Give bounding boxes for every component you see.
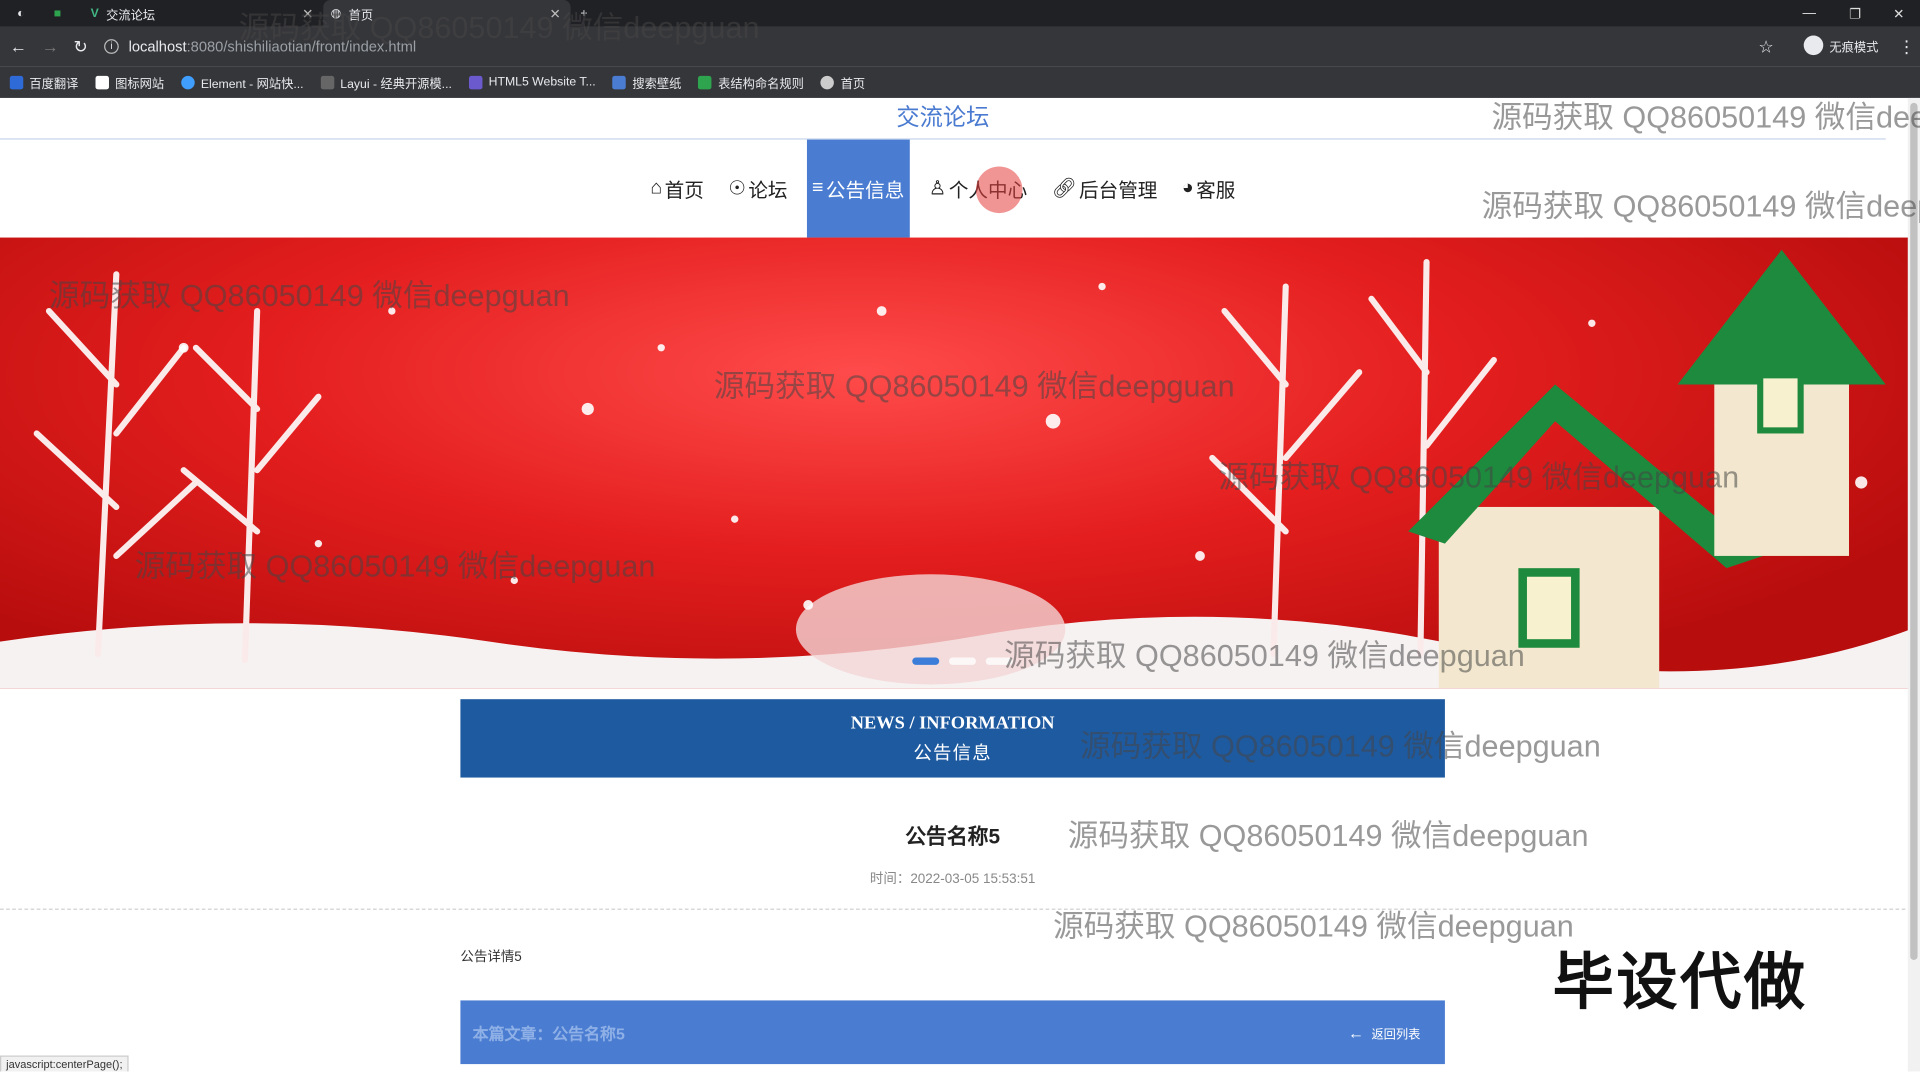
restore-button[interactable]: ❐ xyxy=(1849,0,1861,27)
winter-scene-image xyxy=(0,249,1911,689)
bookmark-item[interactable]: HTML5 Website T... xyxy=(469,75,596,89)
menu-icon[interactable]: ⋮ xyxy=(1898,37,1915,58)
list-icon: ≡ xyxy=(812,177,824,199)
globe-icon: ◍ xyxy=(330,6,342,21)
bookmark-item[interactable]: Element - 网站快... xyxy=(181,73,304,91)
site-title: 交流论坛 xyxy=(0,98,1886,140)
main-nav: ⌂首页 ☉论坛 ≡公告信息 ♙个人中心 🔗︎后台管理 ◕客服 xyxy=(0,139,1886,238)
new-tab-button[interactable]: + xyxy=(573,0,605,27)
forward-icon[interactable]: → xyxy=(42,37,59,57)
sheet-icon xyxy=(698,75,713,89)
google-icon: ◐ xyxy=(17,6,25,21)
article-footer-bar: 本篇文章：公告名称5 ← 返回列表 xyxy=(460,1000,1445,1065)
layui-icon xyxy=(320,75,335,89)
carousel-indicators xyxy=(912,657,1013,665)
section-title-cn: 公告信息 xyxy=(913,744,992,765)
incognito-icon xyxy=(1803,35,1824,56)
tab-google[interactable]: ◐ xyxy=(10,0,42,27)
sheet-icon: ■ xyxy=(53,6,62,21)
page: 交流论坛 ⌂首页 ☉论坛 ≡公告信息 ♙个人中心 🔗︎后台管理 ◕客服 xyxy=(0,97,1920,1072)
nav-forum[interactable]: ☉ 论坛 xyxy=(723,140,792,238)
close-icon[interactable]: ✕ xyxy=(550,6,561,22)
divider xyxy=(0,908,1906,910)
back-icon[interactable]: ← xyxy=(10,37,27,57)
scrollbar-thumb[interactable] xyxy=(1910,102,1918,961)
tab-forum[interactable]: V 交流论坛 ✕ xyxy=(83,0,323,27)
announcement-time: 时间：2022-03-05 15:53:51 xyxy=(869,871,1036,887)
carousel-dot[interactable] xyxy=(948,657,976,665)
tab-title: 交流论坛 xyxy=(106,9,156,23)
info-icon: i xyxy=(104,39,119,54)
nav-service[interactable]: ◕ 客服 xyxy=(1177,140,1240,238)
tab-home[interactable]: ◍ 首页 ✕ xyxy=(323,0,571,27)
back-to-list-button[interactable]: ← 返回列表 xyxy=(1348,1023,1420,1041)
bookmark-item[interactable]: 搜索壁纸 xyxy=(612,73,681,91)
nav-admin[interactable]: 🔗︎ 后台管理 xyxy=(1047,140,1163,238)
carousel-dot[interactable] xyxy=(912,657,940,665)
current-article: 本篇文章：公告名称5 xyxy=(472,1024,625,1043)
forum-icon: ☉ xyxy=(728,178,746,200)
vue-icon: V xyxy=(90,6,99,21)
announcement-body: 公告详情5 xyxy=(460,950,522,965)
wallpaper-icon xyxy=(612,75,627,89)
link-icon: 🔗︎ xyxy=(1051,178,1077,200)
announcement-title: 公告名称5 xyxy=(905,825,1001,849)
html5-icon xyxy=(469,75,483,89)
home-icon: ⌂ xyxy=(650,177,663,199)
url-input[interactable]: i localhost:8080/shishiliaotian/front/in… xyxy=(104,33,1794,60)
bookmarks-bar: 百度翻译 图标网站 Element - 网站快... Layui - 经典开源模… xyxy=(0,66,1920,98)
arrow-left-icon: ← xyxy=(1348,1023,1365,1042)
tab-sheet[interactable]: ■ xyxy=(47,0,79,27)
url-host: localhost xyxy=(128,37,187,56)
bookmark-item[interactable]: 首页 xyxy=(821,73,865,91)
globe-icon xyxy=(821,75,835,89)
status-bar: javascript:centerPage(); xyxy=(0,1055,129,1072)
tab-title: 首页 xyxy=(348,9,374,23)
element-icon xyxy=(181,75,195,89)
carousel-dot[interactable] xyxy=(985,657,1013,665)
minimize-button[interactable]: — xyxy=(1802,0,1815,27)
close-icon[interactable]: ✕ xyxy=(302,6,313,22)
bookmark-item[interactable]: 表结构命名规则 xyxy=(698,73,804,91)
reload-icon[interactable]: ↻ xyxy=(73,37,87,58)
page-scrollbar[interactable] xyxy=(1907,97,1920,1072)
nav-profile[interactable]: ♙个人中心 xyxy=(924,140,1032,238)
bookmark-item[interactable]: 图标网站 xyxy=(95,73,164,91)
bookmark-item[interactable]: Layui - 经典开源模... xyxy=(320,73,452,91)
promo-stamp: 毕设代做 xyxy=(1552,947,1808,1017)
translate-icon xyxy=(9,75,24,89)
close-window-button[interactable]: ✕ xyxy=(1893,0,1904,27)
cursor-highlight xyxy=(975,166,1022,214)
bookmark-item[interactable]: 百度翻译 xyxy=(9,73,79,91)
section-header: NEWS / INFORMATION 公告信息 xyxy=(460,699,1445,778)
star-icon[interactable]: ☆ xyxy=(1758,37,1773,58)
flag-icon xyxy=(95,75,109,89)
profile-label: 无痕模式 xyxy=(1829,41,1879,55)
plus-icon: + xyxy=(580,6,588,21)
section-title-en: NEWS / INFORMATION xyxy=(850,713,1055,734)
user-icon: ♙ xyxy=(928,178,947,200)
carousel-banner[interactable] xyxy=(0,237,1911,689)
browser-tab-strip: ◐ ■ V 交流论坛 ✕ ◍ 首页 ✕ + — ❐ ✕ xyxy=(0,0,1920,27)
profile-button[interactable]: 无痕模式 xyxy=(1803,35,1879,56)
nav-home[interactable]: ⌂ 首页 xyxy=(645,140,708,238)
url-path: :8080/shishiliaotian/front/index.html xyxy=(186,37,417,56)
service-icon: ◕ xyxy=(1181,177,1194,199)
nav-announcements[interactable]: ≡ 公告信息 xyxy=(807,139,910,238)
